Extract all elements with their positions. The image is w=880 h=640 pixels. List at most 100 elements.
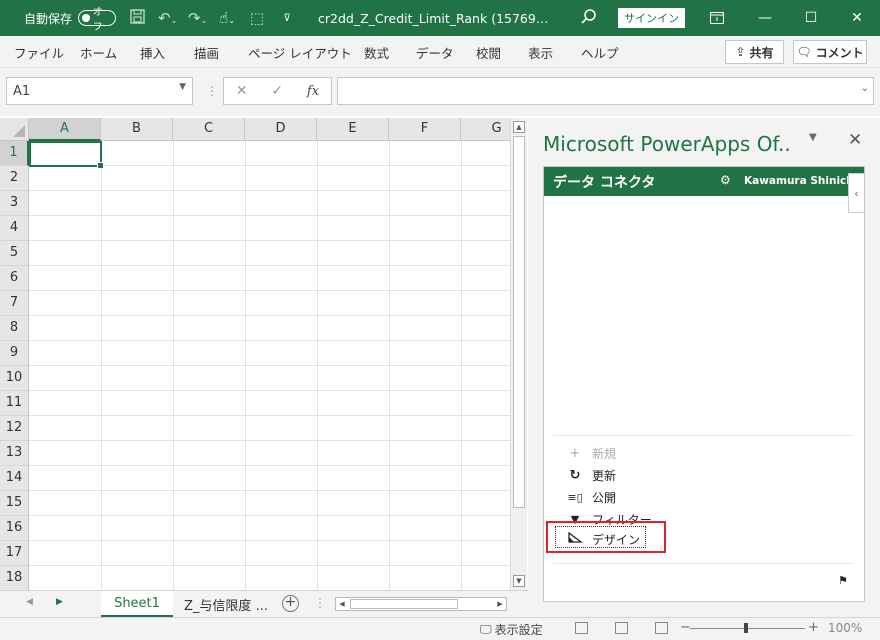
row-header[interactable]: 15 [0, 491, 29, 516]
close-window-icon[interactable]: ✕ [834, 0, 880, 36]
screenshot-icon[interactable]: ⬚ [248, 9, 266, 27]
tab-formulas[interactable]: 数式 [364, 43, 389, 62]
column-header[interactable]: B [101, 118, 173, 141]
name-box-dropdown-icon[interactable]: ▼ [179, 82, 186, 92]
insert-function-icon[interactable]: fx [307, 84, 319, 99]
row-header[interactable]: 9 [0, 341, 29, 366]
horizontal-scrollbar[interactable]: ◀ ▶ [335, 597, 507, 611]
publish-action[interactable]: ≡▯ 公開 [566, 489, 616, 506]
cancel-icon[interactable]: ✕ [236, 83, 248, 99]
grid-line [29, 265, 510, 266]
tab-review[interactable]: 校閲 [476, 43, 501, 62]
formula-bar: A1 ▼ ⋮ ✕ ✓ fx ⌄ [0, 68, 880, 116]
row-header[interactable]: 6 [0, 266, 29, 291]
formula-bar-grip-icon[interactable]: ⋮ [206, 84, 218, 98]
zoom-slider-thumb[interactable] [744, 623, 748, 633]
vertical-scroll-thumb[interactable] [513, 136, 525, 508]
display-settings-button[interactable]: 🖵 表示設定 [480, 621, 543, 638]
row-header[interactable]: 2 [0, 166, 29, 191]
refresh-action[interactable]: ↻ 更新 [566, 467, 616, 484]
refresh-icon: ↻ [569, 468, 581, 483]
ribbon-display-options-icon[interactable] [694, 0, 740, 36]
row-header[interactable]: 8 [0, 316, 29, 341]
feedback-flag-icon[interactable]: ⚑ [838, 574, 848, 587]
row-header[interactable]: 7 [0, 291, 29, 316]
save-icon[interactable] [128, 8, 146, 28]
scroll-right-icon[interactable]: ▶ [494, 598, 506, 610]
zoom-slider[interactable] [690, 623, 805, 633]
undo-icon[interactable]: ↶⌄ [158, 9, 177, 27]
row-header[interactable]: 11 [0, 391, 29, 416]
redo-icon[interactable]: ↷⌄ [188, 9, 207, 27]
tab-help[interactable]: ヘルプ [581, 43, 619, 62]
share-button[interactable]: ⇪ 共有 [725, 40, 784, 64]
page-layout-view-icon[interactable] [615, 622, 628, 634]
active-cell[interactable] [29, 141, 104, 169]
row-header[interactable]: 18 [0, 566, 29, 590]
close-pane-icon[interactable]: ✕ [848, 130, 862, 150]
gear-icon[interactable]: ⚙ [720, 173, 731, 187]
tab-data[interactable]: データ [416, 43, 454, 62]
zoom-level[interactable]: 100% [828, 621, 862, 635]
row-header[interactable]: 1 [0, 141, 29, 166]
row-header[interactable]: 14 [0, 466, 29, 491]
minimize-icon[interactable]: — [742, 0, 788, 36]
tab-draw[interactable]: 描画 [194, 43, 219, 62]
autosave-label: 自動保存 [24, 11, 73, 26]
comment-button[interactable]: 🗨 コメント [793, 40, 867, 64]
add-sheet-icon[interactable]: + [282, 595, 299, 612]
tab-view[interactable]: 表示 [528, 43, 553, 62]
maximize-icon[interactable]: ☐ [788, 0, 834, 36]
sign-in-button[interactable]: サインイン [618, 8, 685, 28]
row-header[interactable]: 12 [0, 416, 29, 441]
row-header[interactable]: 5 [0, 241, 29, 266]
row-header[interactable]: 17 [0, 541, 29, 566]
page-break-view-icon[interactable] [655, 622, 668, 634]
row-header[interactable]: 16 [0, 516, 29, 541]
scroll-down-icon[interactable]: ▼ [513, 575, 525, 587]
name-box-value: A1 [13, 84, 31, 99]
next-sheet-icon[interactable]: ▶ [56, 597, 63, 607]
plus-icon: + [569, 446, 581, 461]
search-icon[interactable] [580, 8, 598, 26]
column-header[interactable]: A [29, 118, 101, 141]
name-box[interactable]: A1 ▼ [6, 77, 193, 105]
row-header[interactable]: 3 [0, 191, 29, 216]
sheet-tab-sheet1[interactable]: Sheet1 [101, 591, 173, 617]
select-all-corner[interactable] [0, 118, 29, 141]
enter-icon[interactable]: ✓ [271, 83, 283, 99]
grid-line [29, 390, 510, 391]
tab-page-layout[interactable]: ページ レイアウト [248, 43, 352, 62]
row-header[interactable]: 4 [0, 216, 29, 241]
prev-sheet-icon[interactable]: ◀ [26, 597, 33, 607]
column-header[interactable]: E [317, 118, 389, 141]
worksheet-grid[interactable]: A B C D E F G 1 2 3 4 5 6 7 8 9 10 11 12 13 14 15 16 17 18 [0, 118, 510, 590]
tab-file[interactable]: ファイル [14, 43, 64, 62]
column-header[interactable]: F [389, 118, 461, 141]
column-header[interactable]: C [173, 118, 245, 141]
formula-input[interactable]: ⌄ [337, 77, 874, 105]
column-header[interactable]: G [461, 118, 510, 141]
row-header[interactable]: 13 [0, 441, 29, 466]
expand-formula-bar-icon[interactable]: ⌄ [861, 83, 869, 94]
task-pane-options-icon[interactable]: ▼ [809, 132, 817, 143]
column-header[interactable]: D [245, 118, 317, 141]
touch-mode-icon[interactable]: ☝⌄ [218, 9, 236, 27]
sheet-tab-z-credit[interactable]: Z_与信限度 ... [178, 591, 274, 617]
publish-icon: ≡▯ [567, 491, 583, 504]
customize-quick-access-icon[interactable]: ⊽ [278, 13, 296, 24]
autosave-toggle[interactable]: オフ [78, 7, 117, 33]
normal-view-icon[interactable] [575, 622, 588, 634]
vertical-scrollbar[interactable]: ▲ ▼ [510, 118, 527, 590]
horizontal-scroll-thumb[interactable] [350, 599, 458, 609]
collapse-panel-icon[interactable]: ‹ [848, 173, 864, 213]
new-action[interactable]: + 新規 [566, 445, 616, 462]
row-header[interactable]: 10 [0, 366, 29, 391]
zoom-in-icon[interactable]: + [808, 620, 819, 635]
scroll-up-icon[interactable]: ▲ [513, 121, 525, 133]
grid-line [29, 340, 510, 341]
scroll-left-icon[interactable]: ◀ [336, 598, 348, 610]
sheetbar-grip-icon[interactable]: ⋮ [314, 596, 326, 610]
tab-insert[interactable]: 挿入 [140, 43, 165, 62]
tab-home[interactable]: ホーム [80, 43, 117, 62]
